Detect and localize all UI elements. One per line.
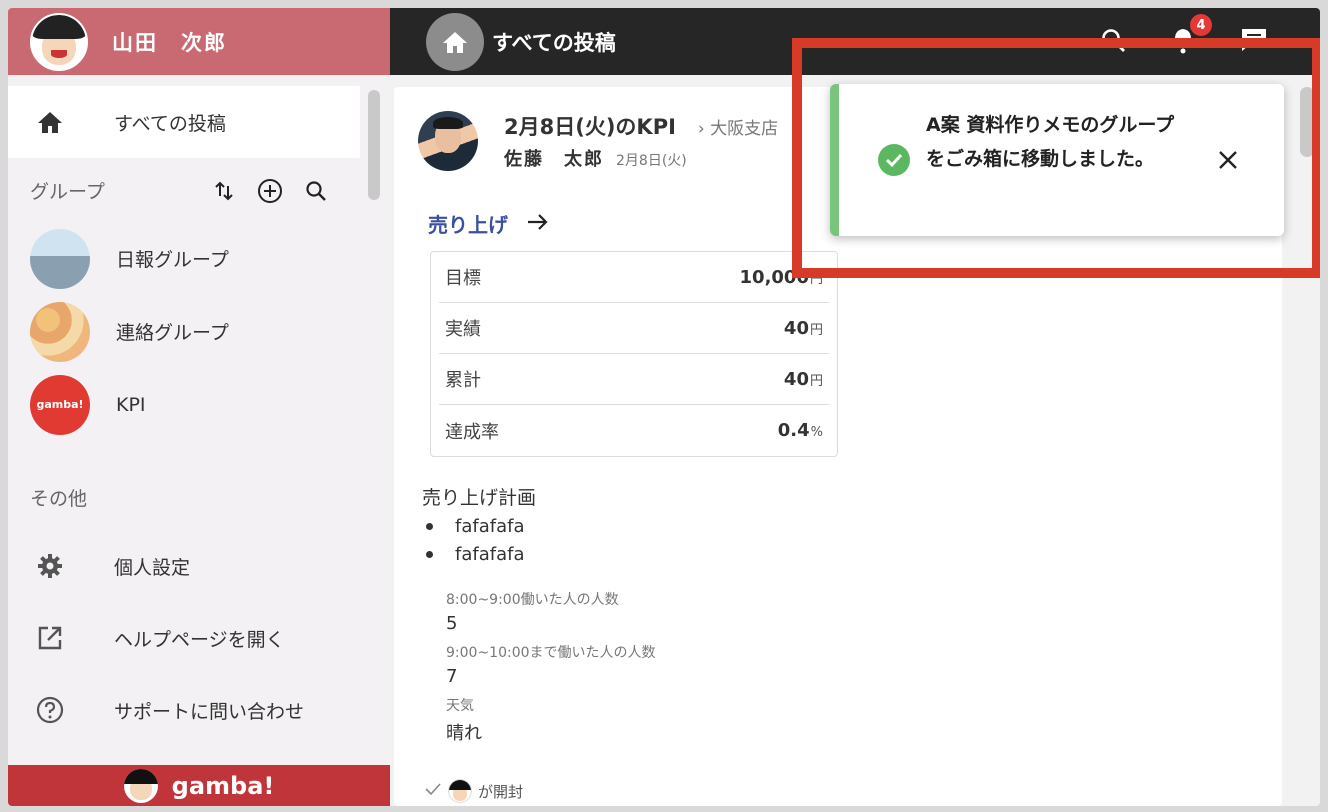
field-value: 7 (446, 666, 458, 687)
sidebar-item-label: ヘルプページを開く (114, 628, 285, 651)
kpi-label: 累計 (445, 370, 481, 391)
kpi-table: 目標 10,000円 実績 40円 累計 40円 達成率 0.4% (430, 251, 838, 457)
top-bar: すべての投稿 4 (390, 8, 1320, 75)
sales-link[interactable]: 売り上げ (428, 209, 550, 238)
user-name: 山田 次郎 (112, 30, 227, 55)
sidebar-scrollbar[interactable] (368, 90, 380, 200)
sidebar-item-all-posts[interactable]: すべての投稿 (8, 86, 360, 158)
notifications-button[interactable]: 4 (1170, 14, 1212, 58)
kpi-value: 40円 (783, 368, 823, 390)
kpi-row: 実績 40円 (439, 303, 829, 354)
brand-mascot-icon (123, 768, 158, 803)
brand-logo: gamba! (171, 771, 275, 800)
report-field: 天気 晴れ (446, 695, 656, 745)
kpi-label: 達成率 (445, 421, 499, 443)
check-icon (424, 781, 442, 801)
sidebar-group-contact[interactable]: 連絡グループ (8, 295, 390, 368)
home-button[interactable] (426, 12, 484, 71)
group-avatar (30, 301, 90, 362)
group-label: KPI (116, 393, 146, 416)
field-value: 晴れ (446, 723, 482, 744)
kpi-row: 目標 10,000円 (439, 252, 829, 303)
help-circle-icon (30, 696, 70, 724)
groups-heading-label: グループ (30, 180, 105, 203)
sidebar-item-label: すべての投稿 (114, 112, 226, 135)
field-value: 5 (446, 613, 458, 634)
sidebar-nav: すべての投稿 グループ 日報グループ 連絡グループ gamba! KPI (8, 86, 390, 464)
add-circle-icon[interactable] (257, 178, 283, 209)
kpi-row: 累計 40円 (439, 354, 829, 405)
list-item: fafafafa (422, 512, 536, 540)
toast-message: A案 資料作りメモのグループをごみ箱に移動しました。 (926, 114, 1175, 170)
post-author[interactable]: 佐藤 太郎 (504, 145, 604, 171)
read-receipt-label: が開封 (478, 782, 524, 801)
sidebar-group-kpi[interactable]: gamba! KPI (8, 368, 390, 441)
post-date: 2月8日(火) (616, 153, 687, 169)
list-item: fafafafa (422, 540, 536, 568)
report-field: 9:00~10:00まで働いた人の人数 7 (446, 642, 656, 687)
group-label: 連絡グループ (116, 322, 229, 344)
app-window: 山田 次郎 すべての投稿 グループ 日報グループ 連絡グループ gamba! K… (8, 8, 1320, 806)
search-icon[interactable] (305, 180, 327, 207)
notification-badge: 4 (1190, 14, 1212, 36)
sales-plan: 売り上げ計画 fafafafa fafafafa (422, 483, 536, 568)
sidebar-item-help-page[interactable]: ヘルプページを開く (8, 602, 390, 674)
close-icon[interactable] (1214, 146, 1242, 174)
user-header[interactable]: 山田 次郎 (8, 8, 390, 75)
plan-title: 売り上げ計画 (422, 487, 537, 509)
groups-heading: グループ (8, 158, 390, 222)
kpi-value: 0.4% (777, 420, 823, 441)
reader-avatar (448, 779, 472, 803)
post-header: 2月8日(火)のKPI › 大阪支店 佐藤 太郎 2月8日(火) (418, 111, 778, 171)
toast-accent (830, 84, 839, 236)
toast-notification: A案 資料作りメモのグループをごみ箱に移動しました。 (830, 84, 1284, 236)
sidebar-item-settings[interactable]: 個人設定 (8, 530, 390, 602)
kpi-value: 10,000円 (739, 266, 823, 288)
kpi-label: 目標 (445, 268, 481, 289)
post-title[interactable]: 2月8日(火)のKPI (504, 111, 676, 141)
read-receipt[interactable]: が開封 (424, 779, 523, 803)
post-branch[interactable]: › 大阪支店 (698, 114, 778, 139)
sidebar-item-label: サポートに問い合わせ (114, 700, 305, 723)
brand-bar: gamba! (8, 765, 390, 806)
author-avatar[interactable] (418, 111, 478, 171)
group-avatar (30, 228, 90, 289)
report-field: 8:00~9:00働いた人の人数 5 (446, 589, 656, 634)
user-avatar (30, 12, 88, 71)
open-external-icon (30, 625, 70, 651)
message-icon[interactable] (1240, 27, 1268, 57)
arrow-right-icon (526, 212, 550, 236)
sort-icon[interactable] (213, 180, 235, 207)
report-fields: 8:00~9:00働いた人の人数 5 9:00~10:00まで働いた人の人数 7… (446, 589, 656, 753)
page-title: すべての投稿 (492, 30, 616, 55)
sidebar-item-label: 個人設定 (114, 556, 191, 579)
home-icon (30, 110, 70, 134)
other-section: その他 個人設定 ヘルプページを開く サポートに問い合わせ (8, 464, 390, 746)
kpi-row: 達成率 0.4% (439, 405, 829, 456)
check-circle-icon (878, 144, 910, 176)
field-label: 8:00~9:00働いた人の人数 (446, 592, 619, 608)
kpi-label: 実績 (445, 319, 481, 340)
sidebar: 山田 次郎 すべての投稿 グループ 日報グループ 連絡グループ gamba! K… (8, 8, 390, 806)
gear-icon (30, 553, 70, 579)
sales-link-label: 売り上げ (428, 213, 508, 237)
other-heading: その他 (30, 487, 88, 510)
sidebar-group-daily-report[interactable]: 日報グループ (8, 222, 390, 295)
field-label: 天気 (446, 698, 474, 714)
main-scrollbar[interactable] (1300, 87, 1314, 157)
kpi-value: 40円 (783, 317, 823, 339)
gamba-logo-avatar: gamba! (30, 374, 90, 435)
sidebar-item-support[interactable]: サポートに問い合わせ (8, 674, 390, 746)
group-label: 日報グループ (116, 249, 229, 271)
search-icon[interactable] (1100, 27, 1126, 57)
field-label: 9:00~10:00まで働いた人の人数 (446, 645, 656, 661)
